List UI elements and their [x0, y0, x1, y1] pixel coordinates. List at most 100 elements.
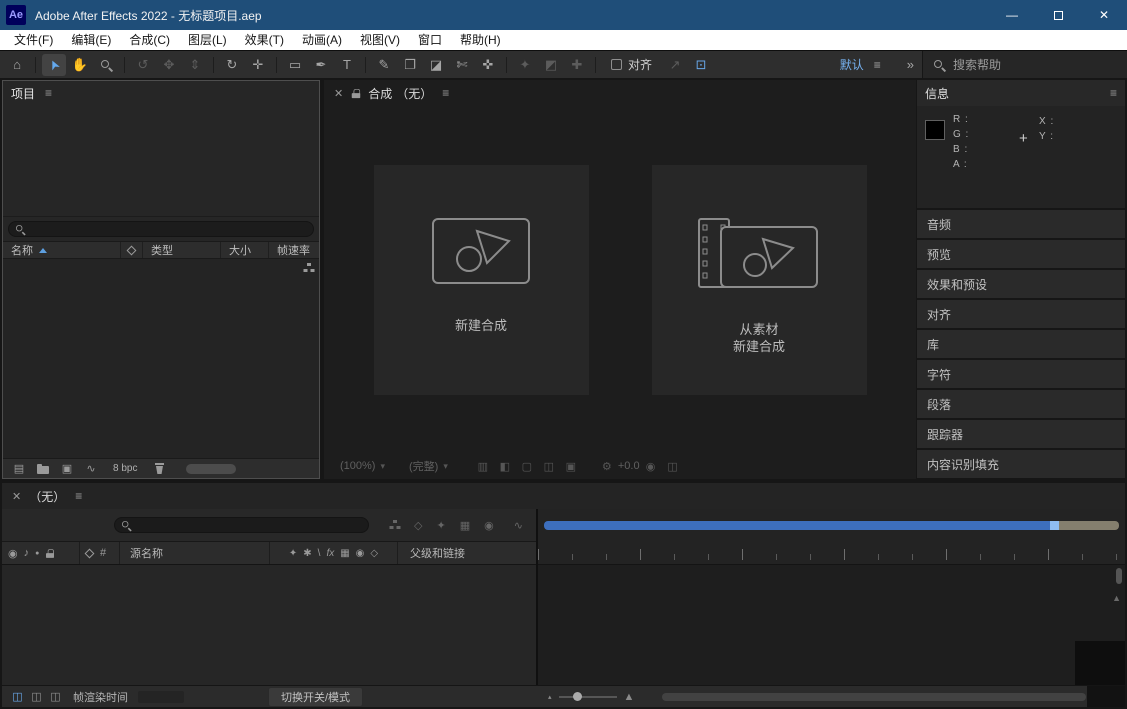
panel-content-aware-fill[interactable]: 内容识别填充	[917, 450, 1125, 478]
shape-tool[interactable]: ▭	[283, 54, 307, 76]
column-size[interactable]: 大小	[221, 242, 269, 258]
menu-composition[interactable]: 合成(C)	[120, 30, 179, 50]
lock-icon[interactable]	[352, 88, 361, 97]
3d-layer-icon[interactable]: ◇	[370, 548, 378, 559]
home-button[interactable]: ⌂	[5, 54, 29, 76]
timeline-layer-list[interactable]	[2, 565, 536, 685]
shy-icon[interactable]: ✦	[289, 548, 297, 559]
new-composition-card[interactable]: 新建合成	[374, 165, 589, 395]
expand-in-out-button[interactable]: ◫	[46, 690, 65, 703]
toolbar-extra-2-icon[interactable]: ◩	[539, 54, 563, 76]
close-button[interactable]: ✕	[1081, 0, 1127, 30]
minimize-button[interactable]: —	[989, 0, 1035, 30]
menu-effect[interactable]: 效果(T)	[236, 30, 293, 50]
cursor-option-icon[interactable]: ↗	[663, 54, 687, 76]
new-composition-from-footage-card[interactable]: 从素材 新建合成	[652, 165, 867, 395]
timeline-horizontal-scrollbar[interactable]	[662, 693, 1086, 701]
brush-tool[interactable]: ✎	[372, 54, 396, 76]
mask-visibility-icon[interactable]: ◧	[494, 460, 516, 473]
composition-flowchart-icon[interactable]	[389, 520, 400, 530]
zoom-slider[interactable]	[559, 696, 617, 698]
project-settings-button[interactable]: ∿	[79, 462, 103, 475]
color-depth-button[interactable]: 8 bpc	[113, 463, 137, 474]
toolbar-extra-1-icon[interactable]: ✦	[513, 54, 537, 76]
composition-panel-menu-icon[interactable]: ≡	[442, 86, 449, 100]
menu-file[interactable]: 文件(F)	[5, 30, 62, 50]
transparency-grid-icon[interactable]: ◫	[538, 460, 560, 473]
composition-tab[interactable]: 合成	[368, 85, 392, 102]
rotation-tool[interactable]: ↻	[220, 54, 244, 76]
quality-icon[interactable]: \	[318, 548, 321, 559]
toolbar-extra-3-icon[interactable]: ✚	[565, 54, 589, 76]
menu-help[interactable]: 帮助(H)	[451, 30, 510, 50]
close-tab-icon[interactable]: ✕	[12, 490, 21, 503]
pan-camera-tool[interactable]: ✥	[157, 54, 181, 76]
fast-previews-gear-icon[interactable]: ⚙	[596, 460, 618, 473]
zoom-out-icon[interactable]: ▴	[548, 693, 552, 701]
draft-3d-icon[interactable]: ◇	[414, 519, 422, 532]
menu-window[interactable]: 窗口	[409, 30, 451, 50]
new-folder-button[interactable]	[31, 464, 55, 474]
zoom-level-select[interactable]: (100%)	[340, 460, 375, 472]
timeline-search-input[interactable]	[114, 517, 369, 533]
exposure-value[interactable]: +0.0	[618, 460, 640, 472]
timeline-panel-menu-icon[interactable]: ≡	[75, 489, 82, 503]
collapse-transformations-icon[interactable]: ✱	[303, 548, 311, 559]
delete-button[interactable]	[147, 463, 171, 474]
project-footer-scrollbar[interactable]	[186, 464, 236, 474]
column-source-name[interactable]: 源名称	[120, 542, 270, 564]
navigator-handle[interactable]	[1050, 521, 1059, 530]
lock-column-icon[interactable]	[46, 549, 54, 558]
resolution-select[interactable]: (完整)	[409, 458, 438, 474]
info-panel-menu-icon[interactable]: ≡	[1110, 86, 1117, 100]
panel-character[interactable]: 字符	[917, 360, 1125, 388]
shy-layers-icon[interactable]: ✦	[436, 519, 445, 532]
column-parent-link[interactable]: 父级和链接	[398, 542, 536, 564]
timeline-track-area[interactable]: ▲	[538, 565, 1125, 685]
project-panel-menu-icon[interactable]: ≡	[45, 86, 52, 100]
new-composition-button[interactable]: ▣	[55, 462, 79, 475]
menu-edit[interactable]: 编辑(E)	[62, 30, 120, 50]
column-name[interactable]: 名称	[3, 242, 121, 258]
graph-editor-icon[interactable]: ∿	[514, 519, 523, 532]
effects-fx-icon[interactable]: fx	[326, 548, 334, 559]
solo-icon[interactable]: ●	[35, 550, 39, 557]
workspace-selector[interactable]: 默认 ≡	[840, 56, 881, 73]
panel-align[interactable]: 对齐	[917, 300, 1125, 328]
pan-behind-tool[interactable]: ✛	[246, 54, 270, 76]
zoom-slider-handle[interactable]	[573, 692, 582, 701]
roto-brush-tool[interactable]: ✄	[450, 54, 474, 76]
puppet-pin-tool[interactable]: ✜	[476, 54, 500, 76]
label-column-icon[interactable]	[85, 548, 95, 558]
reset-exposure-icon[interactable]: ◉	[640, 460, 662, 473]
zoom-in-icon[interactable]: ▲	[624, 691, 635, 703]
maximize-button[interactable]	[1035, 0, 1081, 30]
align-toggle[interactable]: 对齐	[611, 56, 652, 73]
column-framerate[interactable]: 帧速率	[269, 242, 319, 258]
hand-tool[interactable]: ✋	[68, 54, 92, 76]
toggle-switches-modes-button[interactable]: 切换开关/模式	[268, 687, 363, 707]
panel-paragraph[interactable]: 段落	[917, 390, 1125, 418]
flowchart-icon[interactable]	[303, 263, 314, 273]
video-eye-icon[interactable]: ◉	[8, 547, 18, 560]
motion-blur-column-icon[interactable]: ◉	[356, 548, 365, 559]
panel-tracker[interactable]: 跟踪器	[917, 420, 1125, 448]
selection-tool[interactable]: ➤	[42, 54, 66, 76]
close-tab-icon[interactable]: ✕	[334, 87, 343, 100]
zoom-tool[interactable]	[94, 54, 118, 76]
pixel-aspect-icon[interactable]: ▣	[560, 460, 582, 473]
panel-preview[interactable]: 预览	[917, 240, 1125, 268]
column-type[interactable]: 类型	[143, 242, 221, 258]
panel-effects-presets[interactable]: 效果和预设	[917, 270, 1125, 298]
navigator-range[interactable]	[544, 521, 1050, 530]
expand-layer-switches-button[interactable]: ◫	[8, 690, 27, 703]
project-tab[interactable]: 项目	[11, 85, 35, 102]
grid-options-icon[interactable]: ▥	[472, 460, 494, 473]
toolbar-overflow-button[interactable]: »	[907, 57, 914, 72]
timeline-navigator[interactable]	[544, 521, 1119, 530]
panel-audio[interactable]: 音频	[917, 210, 1125, 238]
frame-blending-icon[interactable]: ▦	[460, 519, 470, 532]
panel-libraries[interactable]: 库	[917, 330, 1125, 358]
timeline-tab[interactable]: （无）	[29, 488, 65, 505]
project-item-list[interactable]	[3, 259, 319, 458]
